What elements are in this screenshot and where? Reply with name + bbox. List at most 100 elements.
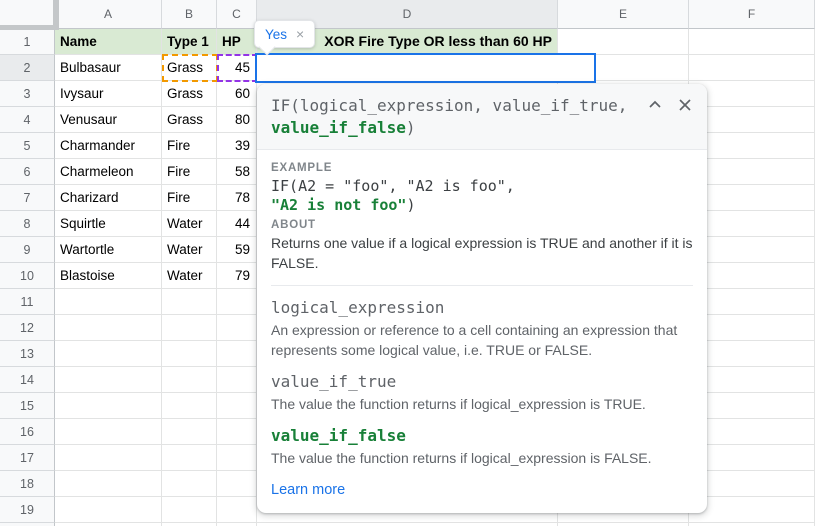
cell-C8[interactable]: 44: [217, 211, 257, 237]
learn-more-link[interactable]: Learn more: [271, 482, 345, 498]
cell-B13[interactable]: [162, 341, 217, 367]
cell-B5[interactable]: Fire: [162, 133, 217, 159]
cell-F18[interactable]: [689, 471, 815, 497]
cell-A19[interactable]: [55, 497, 162, 523]
row-header-19[interactable]: 19: [0, 497, 55, 523]
cell-A10[interactable]: Blastoise: [55, 263, 162, 289]
cell-B2[interactable]: Grass: [162, 55, 217, 81]
cell-F11[interactable]: [689, 289, 815, 315]
cell-C4[interactable]: 80: [217, 107, 257, 133]
cell-F6[interactable]: [689, 159, 815, 185]
select-all-corner[interactable]: [0, 0, 59, 30]
row-header-1[interactable]: 1: [0, 29, 55, 55]
row-header-2[interactable]: 2: [0, 55, 55, 81]
column-header-B[interactable]: B: [162, 0, 217, 29]
row-header-7[interactable]: 7: [0, 185, 55, 211]
cell-F16[interactable]: [689, 419, 815, 445]
cell-A15[interactable]: [55, 393, 162, 419]
cell-A14[interactable]: [55, 367, 162, 393]
cell-A2[interactable]: Bulbasaur: [55, 55, 162, 81]
cell-F17[interactable]: [689, 445, 815, 471]
cell-C5[interactable]: 39: [217, 133, 257, 159]
cell-F8[interactable]: [689, 211, 815, 237]
row-header-11[interactable]: 11: [0, 289, 55, 315]
row-header-8[interactable]: 8: [0, 211, 55, 237]
row-header-16[interactable]: 16: [0, 419, 55, 445]
cell-C3[interactable]: 60: [217, 81, 257, 107]
cell-F7[interactable]: [689, 185, 815, 211]
row-header-9[interactable]: 9: [0, 237, 55, 263]
column-header-A[interactable]: A: [55, 0, 162, 29]
cell-A9[interactable]: Wartortle: [55, 237, 162, 263]
row-header-13[interactable]: 13: [0, 341, 55, 367]
cell-B8[interactable]: Water: [162, 211, 217, 237]
cell-F4[interactable]: [689, 107, 815, 133]
cell-A8[interactable]: Squirtle: [55, 211, 162, 237]
row-header-12[interactable]: 12: [0, 315, 55, 341]
cell-C2[interactable]: 45: [217, 55, 257, 81]
cell-A7[interactable]: Charizard: [55, 185, 162, 211]
close-icon[interactable]: [677, 97, 693, 113]
cell-C17[interactable]: [217, 445, 257, 471]
cell-B19[interactable]: [162, 497, 217, 523]
cell-F9[interactable]: [689, 237, 815, 263]
row-header-5[interactable]: 5: [0, 133, 55, 159]
cell-F1[interactable]: [689, 29, 815, 55]
cell-F3[interactable]: [689, 81, 815, 107]
row-header-18[interactable]: 18: [0, 471, 55, 497]
cell-F19[interactable]: [689, 497, 815, 523]
cell-B10[interactable]: Water: [162, 263, 217, 289]
row-header-15[interactable]: 15: [0, 393, 55, 419]
row-header-17[interactable]: 17: [0, 445, 55, 471]
cell-F12[interactable]: [689, 315, 815, 341]
column-header-F[interactable]: F: [689, 0, 815, 29]
row-header-4[interactable]: 4: [0, 107, 55, 133]
cell-C19[interactable]: [217, 497, 257, 523]
cell-F13[interactable]: [689, 341, 815, 367]
row-header-3[interactable]: 3: [0, 81, 55, 107]
cell-C18[interactable]: [217, 471, 257, 497]
cell-B18[interactable]: [162, 471, 217, 497]
cell-C6[interactable]: 58: [217, 159, 257, 185]
cell-C1[interactable]: HP: [217, 29, 257, 55]
cell-B4[interactable]: Grass: [162, 107, 217, 133]
cell-A6[interactable]: Charmeleon: [55, 159, 162, 185]
cell-B16[interactable]: [162, 419, 217, 445]
cell-C11[interactable]: [217, 289, 257, 315]
cell-A12[interactable]: [55, 315, 162, 341]
cell-A3[interactable]: Ivysaur: [55, 81, 162, 107]
cell-B14[interactable]: [162, 367, 217, 393]
cell-B12[interactable]: [162, 315, 217, 341]
cell-C13[interactable]: [217, 341, 257, 367]
cell-B7[interactable]: Fire: [162, 185, 217, 211]
formula-cell-editor[interactable]: =IF(XOR(B2="Fire", C2<60), "Yes", "No": [255, 53, 596, 83]
cell-A18[interactable]: [55, 471, 162, 497]
cell-C10[interactable]: 79: [217, 263, 257, 289]
column-header-E[interactable]: E: [558, 0, 689, 29]
row-header-6[interactable]: 6: [0, 159, 55, 185]
cell-C16[interactable]: [217, 419, 257, 445]
close-icon[interactable]: ×: [296, 27, 304, 41]
cell-C12[interactable]: [217, 315, 257, 341]
cell-A11[interactable]: [55, 289, 162, 315]
cell-A5[interactable]: Charmander: [55, 133, 162, 159]
chevron-up-icon[interactable]: [647, 97, 663, 113]
cell-C14[interactable]: [217, 367, 257, 393]
cell-F2[interactable]: [689, 55, 815, 81]
cell-B3[interactable]: Grass: [162, 81, 217, 107]
cell-F5[interactable]: [689, 133, 815, 159]
cell-C9[interactable]: 59: [217, 237, 257, 263]
cell-B17[interactable]: [162, 445, 217, 471]
cell-B1[interactable]: Type 1: [162, 29, 217, 55]
column-header-C[interactable]: C: [217, 0, 257, 29]
cell-A4[interactable]: Venusaur: [55, 107, 162, 133]
cell-B15[interactable]: [162, 393, 217, 419]
row-header-10[interactable]: 10: [0, 263, 55, 289]
cell-A1[interactable]: Name: [55, 29, 162, 55]
cell-E1[interactable]: [558, 29, 689, 55]
cell-B11[interactable]: [162, 289, 217, 315]
cell-A16[interactable]: [55, 419, 162, 445]
cell-A13[interactable]: [55, 341, 162, 367]
cell-B6[interactable]: Fire: [162, 159, 217, 185]
cell-C7[interactable]: 78: [217, 185, 257, 211]
